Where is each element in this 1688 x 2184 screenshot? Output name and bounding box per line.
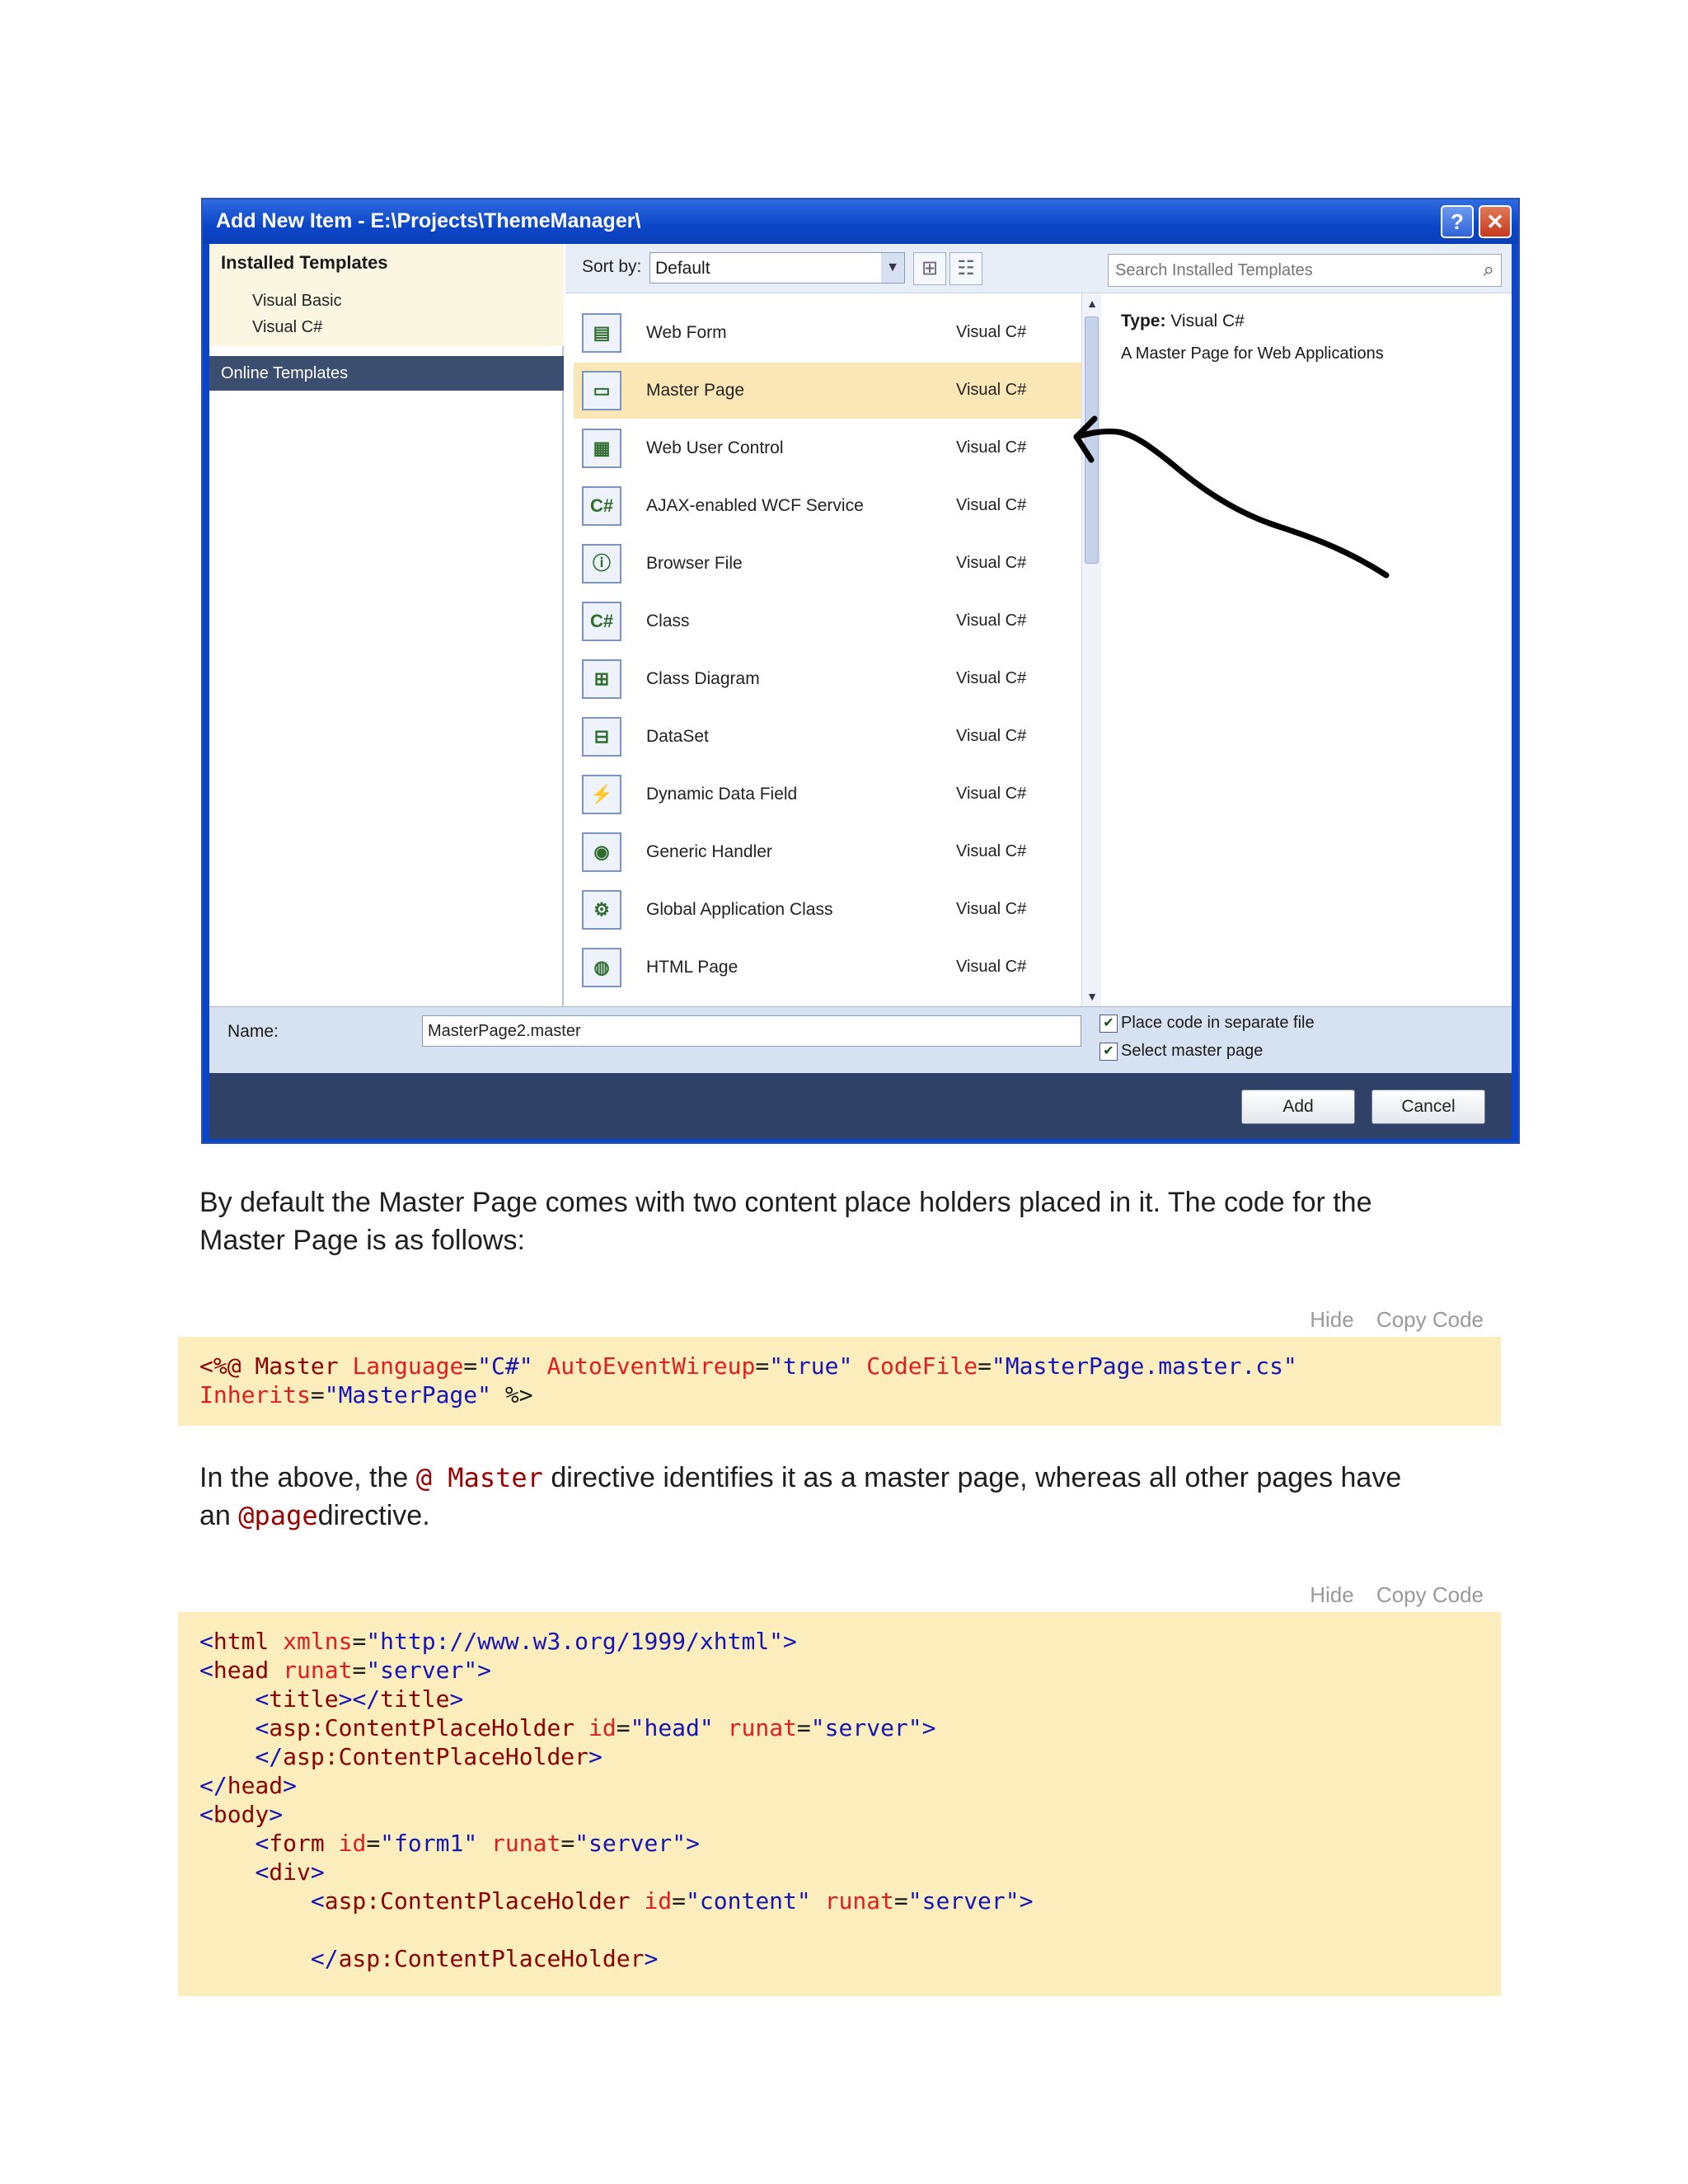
directive-paragraph: In the above, the @ Master directive ide…	[199, 1459, 1436, 1535]
master-directive-code: @ Master	[415, 1462, 543, 1493]
intro-line-1: By default the Master Page comes with tw…	[199, 1187, 1372, 1218]
directive-line-2: an @pagedirective.	[199, 1497, 1436, 1535]
code-block-html: <html xmlns="http://www.w3.org/1999/xhtm…	[178, 1612, 1501, 1996]
code-actions-1: Hide Copy Code	[1293, 1307, 1484, 1333]
intro-line-2: Master Page is as follows:	[199, 1225, 525, 1256]
code-block-directive: <%@ Master Language="C#" AutoEventWireup…	[178, 1337, 1501, 1426]
directive-text-mid: directive identifies it as a master page…	[542, 1462, 1402, 1493]
copy-code-link[interactable]: Copy Code	[1376, 1582, 1484, 1607]
copy-code-link[interactable]: Copy Code	[1376, 1307, 1484, 1332]
directive-text-start: In the above, the	[199, 1462, 416, 1493]
directive-line-1: In the above, the @ Master directive ide…	[199, 1459, 1436, 1497]
code-actions-2: Hide Copy Code	[1293, 1582, 1484, 1608]
page-directive-code: @page	[238, 1500, 318, 1531]
directive-text-end: directive.	[317, 1500, 430, 1531]
hide-code-link[interactable]: Hide	[1310, 1582, 1353, 1607]
intro-paragraph: By default the Master Page comes with tw…	[199, 1183, 1436, 1259]
hand-drawn-arrow-icon	[1073, 415, 1390, 579]
hide-code-link[interactable]: Hide	[1310, 1307, 1353, 1332]
directive-text-an: an	[199, 1500, 239, 1531]
add-new-item-dialog: Add New Item - E:\Projects\ThemeManager\…	[201, 198, 1520, 1144]
